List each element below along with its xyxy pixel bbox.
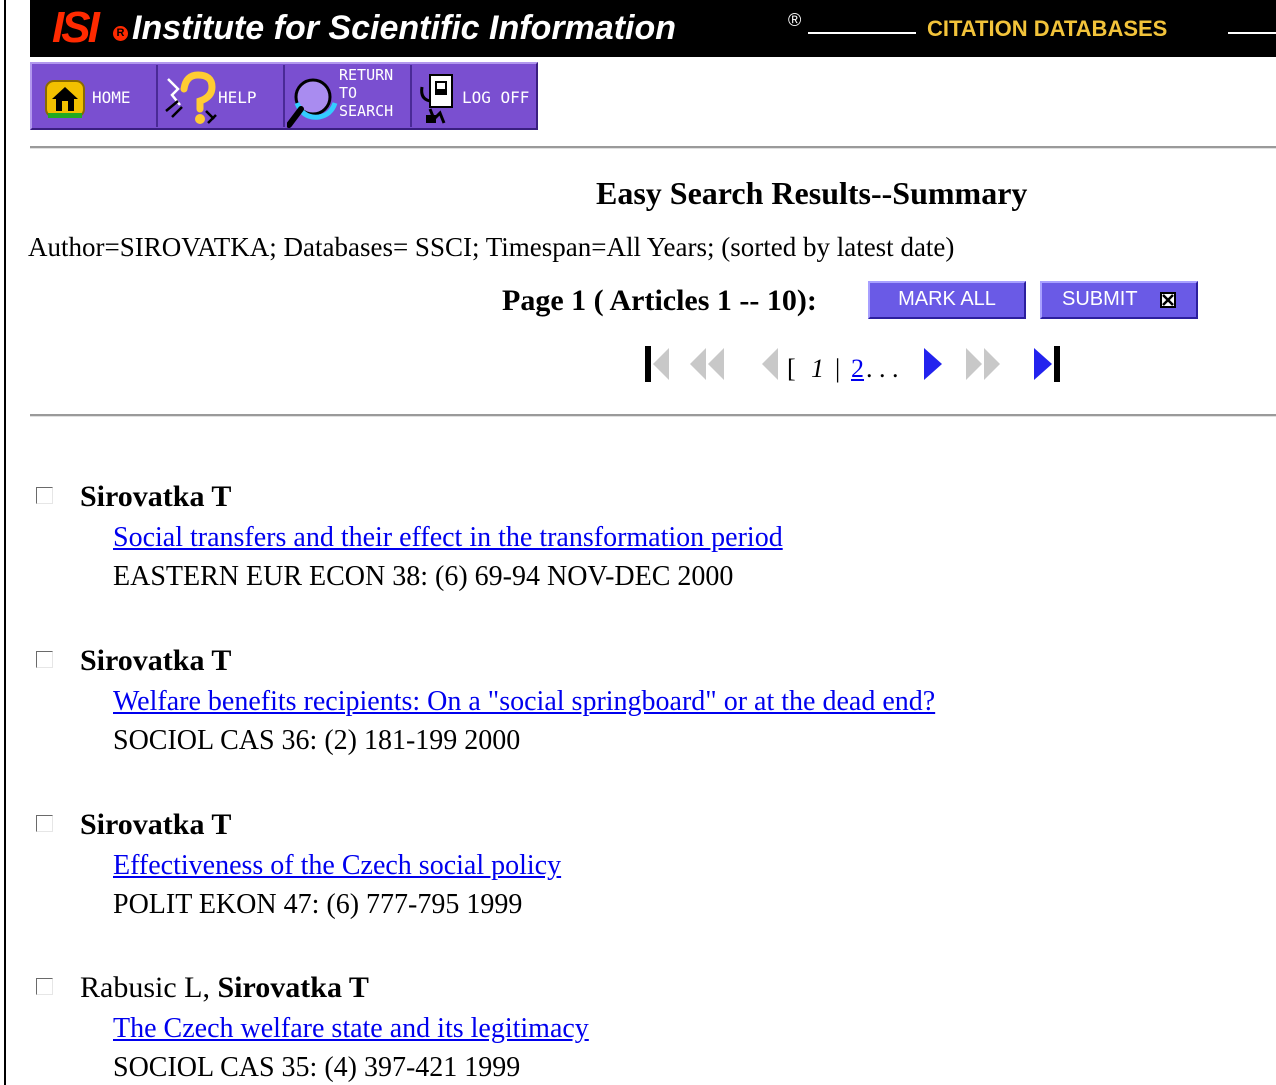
- record-checkbox[interactable]: [36, 978, 53, 995]
- banner-subtitle: CITATION DATABASES: [927, 16, 1168, 41]
- submit-label: SUBMIT: [1062, 288, 1138, 310]
- next-ten-icon: [966, 348, 1000, 380]
- record-authors: Rabusic L, Sirovatka T: [80, 971, 369, 1005]
- home-icon: [45, 80, 85, 118]
- record-title-link[interactable]: Effectiveness of the Czech social policy: [113, 850, 561, 882]
- record-checkbox[interactable]: [36, 651, 53, 668]
- last-page-icon[interactable]: [1032, 342, 1064, 386]
- record-source: POLIT EKON 47: (6) 777-795 1999: [113, 889, 523, 920]
- record-author: Sirovatka T: [80, 644, 232, 677]
- record-title-link[interactable]: Welfare benefits recipients: On a "socia…: [113, 686, 935, 718]
- record-author: Sirovatka T: [217, 971, 369, 1004]
- record-authors: Sirovatka T: [80, 480, 231, 514]
- home-button[interactable]: HOME: [32, 65, 158, 127]
- previous-page-icon: [762, 348, 778, 380]
- banner-divider: [1228, 32, 1276, 34]
- mark-all-button[interactable]: MARK ALL: [868, 281, 1026, 319]
- record-checkbox[interactable]: [36, 487, 53, 504]
- log-off-label: LOG OFF: [462, 88, 530, 107]
- record-author: Sirovatka T: [80, 480, 232, 513]
- return-label-line2: TO: [339, 84, 358, 102]
- isi-logo: ISI: [52, 3, 100, 52]
- record-title-link[interactable]: Social transfers and their effect in the…: [113, 522, 783, 554]
- registered-symbol: ®: [788, 10, 802, 30]
- record-author: Sirovatka T: [80, 808, 232, 841]
- nav-toolbar: HOME HELP RETURN TO SEARCH LOG OFF: [30, 62, 538, 130]
- banner-title: Institute for Scientific Information: [132, 9, 677, 47]
- first-page-icon: [645, 346, 669, 382]
- help-label: HELP: [218, 88, 257, 107]
- record-title-link[interactable]: The Czech welfare state and its legitima…: [113, 1013, 589, 1045]
- left-border: [4, 0, 6, 1085]
- previous-ten-icon: [690, 348, 724, 380]
- record-coauthors: Rabusic L,: [80, 971, 218, 1004]
- pager-ellipsis: . . .: [866, 354, 899, 383]
- pager-open-bracket: [: [787, 354, 796, 383]
- divider: [30, 146, 1276, 149]
- isi-logo-registered-mark: R: [113, 26, 128, 41]
- pager-separator: |: [835, 354, 841, 383]
- banner-divider: [808, 32, 916, 34]
- return-label-line1: RETURN: [339, 66, 394, 84]
- return-label-line3: SEARCH: [339, 102, 394, 120]
- log-off-button[interactable]: LOG OFF: [412, 65, 536, 127]
- current-page-number: 1: [811, 354, 824, 383]
- page-info: Page 1 ( Articles 1 -- 10):: [502, 284, 817, 317]
- home-label: HOME: [92, 88, 131, 107]
- page-2-link[interactable]: 2: [851, 354, 864, 384]
- record-checkbox[interactable]: [36, 815, 53, 832]
- page-title: Easy Search Results--Summary: [596, 175, 1028, 211]
- power-switch-icon: [420, 74, 453, 124]
- search-query-summary: Author=SIROVATKA; Databases= SSCI; Times…: [28, 232, 955, 262]
- next-page-icon[interactable]: [920, 342, 946, 386]
- record-source: EASTERN EUR ECON 38: (6) 69-94 NOV-DEC 2…: [113, 561, 734, 592]
- help-button[interactable]: HELP: [158, 65, 285, 127]
- help-icon: [165, 71, 217, 124]
- return-to-search-button[interactable]: RETURN TO SEARCH: [285, 65, 412, 128]
- record-authors: Sirovatka T: [80, 644, 231, 678]
- record-source: SOCIOL CAS 35: (4) 397-421 1999: [113, 1052, 521, 1083]
- magnifier-icon: [287, 78, 338, 128]
- checkbox-x-icon: [1160, 292, 1176, 308]
- divider: [30, 414, 1276, 417]
- record-source: SOCIOL CAS 36: (2) 181-199 2000: [113, 725, 521, 756]
- isi-banner: ISI R Institute for Scientific Informati…: [30, 0, 1276, 57]
- submit-button[interactable]: SUBMIT: [1040, 281, 1198, 319]
- record-authors: Sirovatka T: [80, 808, 231, 842]
